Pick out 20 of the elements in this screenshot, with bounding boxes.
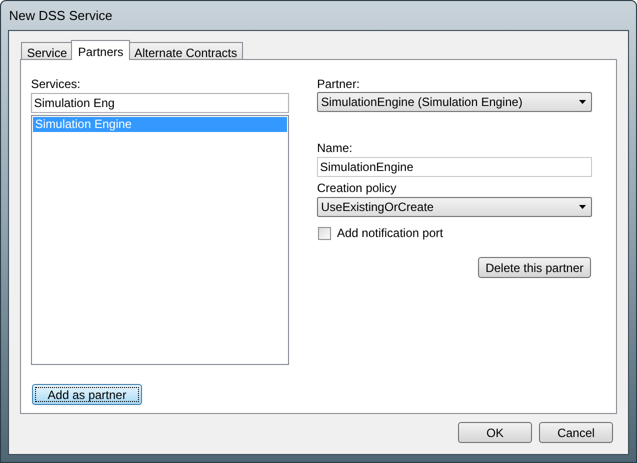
field-label: Partner: bbox=[317, 77, 361, 92]
dropdown-arrow-icon bbox=[579, 100, 586, 104]
checkbox[interactable] bbox=[318, 226, 331, 240]
name-field[interactable]: SimulationEngine bbox=[317, 157, 592, 177]
checkbox-label[interactable]: Add notification port bbox=[337, 224, 444, 242]
add-partner-button[interactable]: Add as partner bbox=[32, 384, 142, 405]
creation-policy-dropdown[interactable]: UseExistingOrCreate bbox=[317, 197, 592, 217]
partner-dropdown[interactable]: SimulationEngine (Simulation Engine) bbox=[317, 92, 592, 112]
search-field[interactable]: Simulation Eng bbox=[31, 93, 289, 113]
dialog-button[interactable]: OK bbox=[458, 422, 532, 443]
dropdown-arrow-icon bbox=[579, 205, 586, 209]
tab[interactable]: Alternate Contracts bbox=[128, 42, 244, 59]
tab[interactable]: Partners bbox=[71, 40, 130, 60]
dialog-button[interactable]: Cancel bbox=[539, 422, 613, 443]
tab[interactable]: Service bbox=[21, 42, 74, 59]
field-label: Creation policy bbox=[317, 181, 398, 196]
window-title: New DSS Service bbox=[9, 6, 112, 25]
field-label: Services: bbox=[31, 77, 82, 92]
field-label: Name: bbox=[317, 141, 354, 156]
delete-partner-button[interactable]: Delete this partner bbox=[478, 257, 591, 278]
